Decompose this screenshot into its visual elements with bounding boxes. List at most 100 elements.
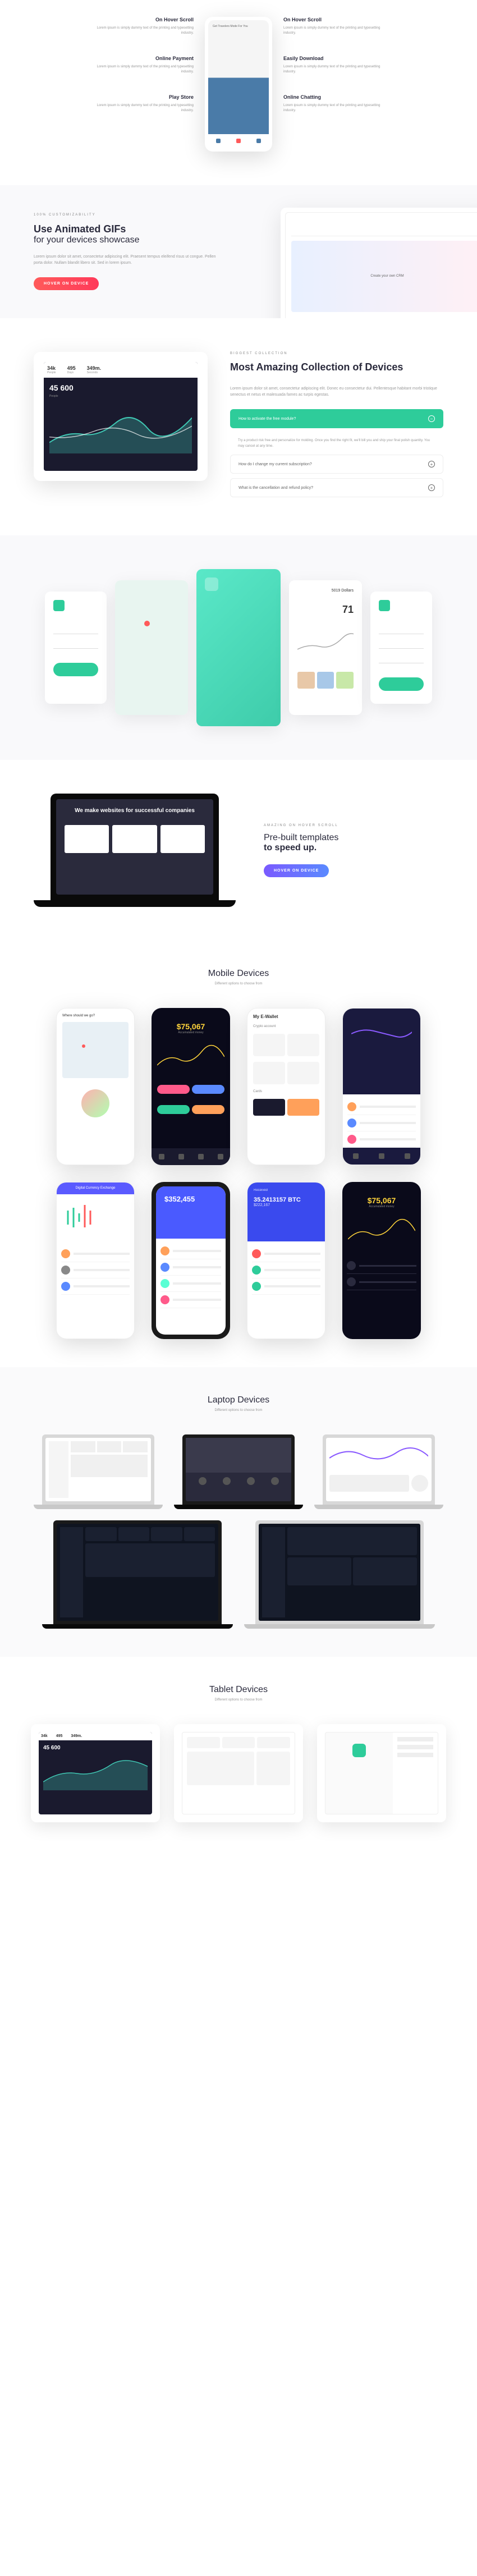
feature-item: Online Chatting Lorem ipsum is simply du… [283,94,384,113]
screen [42,1434,154,1505]
crypto-label: Accumulated money [342,1205,421,1208]
browser-banner: Create your own CRM [291,241,477,312]
coin-icon [347,1277,356,1286]
thumb [336,672,354,689]
nav-icon [379,1153,384,1159]
app-icon [205,577,218,591]
phone-mockup[interactable]: Get Travelers Mode For You [205,17,272,152]
list-item [347,1258,416,1274]
mobile-crypto2[interactable]: $75,067 Accumulated money [342,1182,421,1339]
app-screens-section: 5019 Dollars 71 [0,535,477,760]
laptop-dark-dash2[interactable] [244,1520,435,1629]
collection-content: BIGGEST COLLECTION Most Amazing Collecti… [230,352,443,502]
bar-chart-icon [187,1752,254,1785]
screen [182,1732,295,1814]
mobile-btc[interactable]: Received 35.2413157 BTC $222,167 [247,1182,325,1339]
mini-chart-icon [297,627,354,661]
section-title: Pre-built templates to speed up. [264,833,443,853]
signup-screen[interactable] [370,592,432,704]
pill [157,1105,190,1114]
card [65,825,109,853]
chart [351,1017,412,1051]
feature-item: Play Store Lorem ipsum is simply dummy t… [93,94,194,113]
laptop-analytics[interactable] [314,1434,443,1509]
features-left: On Hover Scroll Lorem ipsum is simply du… [93,17,194,113]
input-line [379,648,424,649]
screen [323,1434,435,1505]
tablet-gallery: Tablet Devices Different options to choo… [0,1657,477,1850]
mobile-wallet[interactable]: My E-Wallet Crypto account Cards [247,1008,325,1165]
feature-desc: Lorem ipsum is simply dummy text of the … [283,65,384,75]
tablet-light-dash[interactable] [174,1724,303,1822]
laptop-mockup[interactable]: We make websites for successful companie… [34,794,236,907]
donut-chart-icon [256,1752,290,1785]
feature-title: Easily Download [283,56,384,61]
main [71,1441,148,1498]
nav-icon [405,1153,410,1159]
tablet-map[interactable] [317,1724,446,1822]
tablet-stats: 34kPeople 495Days 349m.Seconds [44,362,198,378]
list-item [252,1246,320,1262]
screen: Where should we go? [57,1009,134,1165]
candlestick-chart [57,1194,134,1241]
map-pin-icon [144,621,150,626]
list-item [347,1115,416,1131]
faq-item-active[interactable]: How to activate the free module? − [230,409,443,428]
login-screen[interactable] [45,592,107,704]
mobile-dark-chart[interactable] [342,1008,421,1165]
credit-card [253,1099,285,1116]
screen [53,1520,222,1624]
pin-icon [352,1744,366,1757]
stats-bar: 34k 495 349m. [39,1732,152,1740]
nav-icon [178,1154,184,1159]
laptop-gallery: Laptop Devices Different options to choo… [0,1367,477,1657]
faq-item[interactable]: What is the cancellation and refund poli… [230,478,443,497]
mobile-crypto[interactable]: $75,067 Accumulated money [152,1008,230,1165]
tablet-big-label: People [49,395,192,398]
browser-mockup[interactable]: Create your own CRM [281,208,477,318]
crypto-value: $75,067 [152,1008,230,1031]
feature-desc: Lorem ipsum is simply dummy text of the … [93,65,194,75]
faq-item[interactable]: How do I change my current subscription?… [230,455,443,474]
chart-screen[interactable]: 5019 Dollars 71 [289,580,362,715]
section-desc: Lorem ipsum dolor sit amet, consectetur … [34,254,218,266]
tablet-mockup[interactable]: 34kPeople 495Days 349m.Seconds 45 600 Pe… [34,352,208,481]
base [244,1624,435,1629]
nav-icon [353,1153,359,1159]
laptop-dark-dash[interactable] [42,1520,233,1629]
coin-icon [347,1261,356,1270]
plus-icon: + [428,484,435,491]
screen: 34k 495 349m. 45 600 [39,1732,152,1814]
mobile-samsung[interactable]: $352,455 [152,1182,230,1339]
chart-title: 5019 Dollars [297,589,354,593]
dark-top [343,1009,420,1094]
hover-button[interactable]: HOVER ON DEVICE [264,864,329,877]
donut-chart-icon [411,1475,428,1492]
feature-item: Easily Download Lorem ipsum is simply du… [283,56,384,75]
laptop-dashboard[interactable] [34,1434,163,1509]
featured-screen[interactable] [196,569,281,726]
list-item [61,1278,130,1295]
screen [182,1434,295,1505]
wallet-grid [247,1028,325,1062]
coin-icon [160,1246,169,1255]
app-icon [53,600,65,611]
phone-nav [208,134,269,148]
crypto-chart [348,1217,415,1245]
prebuilt-content: AMAZING ON HOVER SCROLL Pre-built templa… [264,824,443,877]
phone-screen: Get Travelers Mode For You [208,20,269,148]
gif-content: 100% CUSTOMIZABILITY Use Animated GIFs f… [34,213,218,290]
mobile-map[interactable]: Where should we go? [56,1008,135,1165]
browser-header [291,218,477,236]
cards [247,1099,325,1116]
mobile-exchange[interactable]: Digital Currency Exchange [56,1182,135,1339]
features-right: On Hover Scroll Lorem ipsum is simply du… [283,17,384,113]
minus-icon: − [428,415,435,422]
coin-icon [61,1249,70,1258]
map-screen[interactable] [115,580,188,715]
tablet-stats[interactable]: 34k 495 349m. 45 600 [31,1724,160,1822]
list-item [160,1276,221,1292]
laptop-hero[interactable] [174,1434,303,1509]
hover-button[interactable]: HOVER ON DEVICE [34,277,99,290]
phone-header: Get Travelers Mode For You [208,20,269,78]
